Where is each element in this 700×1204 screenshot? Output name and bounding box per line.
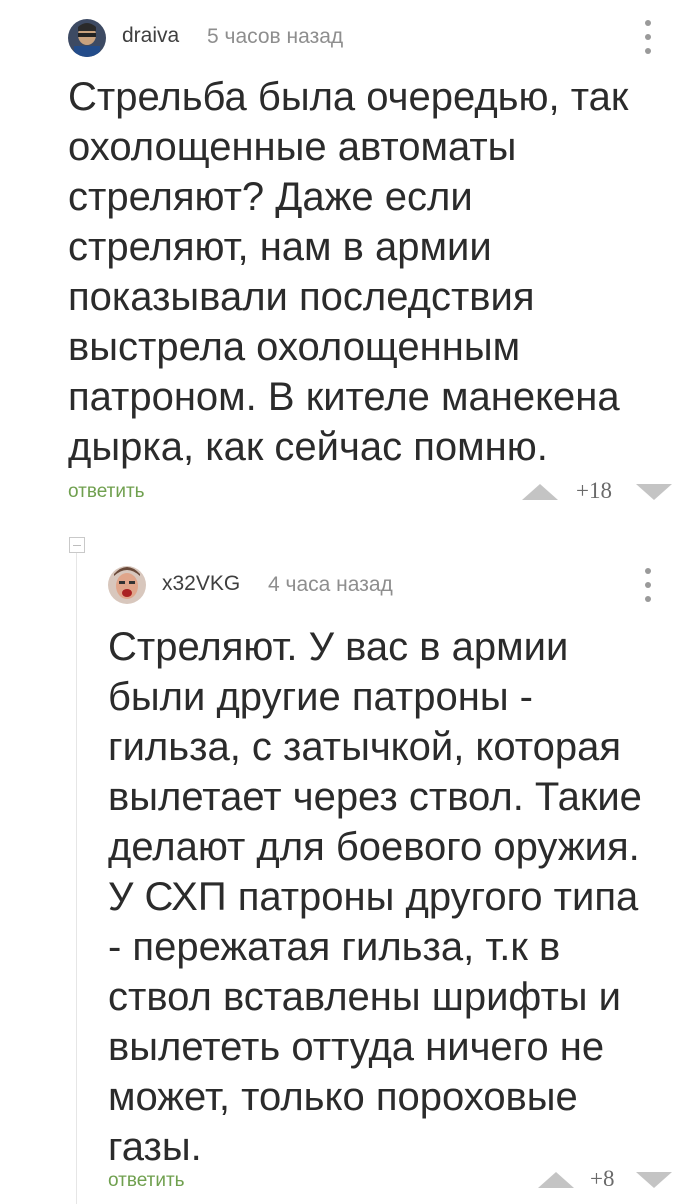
downvote-button[interactable] bbox=[634, 1170, 674, 1190]
avatar-icon bbox=[108, 566, 146, 604]
downvote-button[interactable] bbox=[634, 482, 674, 502]
username[interactable]: draiva bbox=[122, 24, 179, 48]
upvote-button[interactable] bbox=[536, 1170, 576, 1190]
comment-text: Стреляют. У вас в армии были другие патр… bbox=[108, 625, 642, 1169]
rating: +8 bbox=[590, 1166, 615, 1191]
triangle-down-icon bbox=[636, 1172, 672, 1188]
timestamp: 4 часа назад bbox=[268, 573, 393, 596]
triangle-up-icon bbox=[522, 484, 558, 500]
reply-button[interactable]: ответить bbox=[108, 1170, 185, 1192]
triangle-up-icon bbox=[538, 1172, 574, 1188]
timestamp: 5 часов назад bbox=[207, 25, 344, 48]
avatar[interactable] bbox=[68, 19, 106, 57]
triangle-down-icon bbox=[636, 484, 672, 500]
upvote-button[interactable] bbox=[520, 482, 560, 502]
avatar-icon bbox=[68, 19, 106, 57]
more-vertical-icon bbox=[645, 568, 651, 574]
rating: +18 bbox=[576, 478, 612, 503]
more-vertical-icon bbox=[645, 20, 651, 26]
more-options-button[interactable] bbox=[640, 568, 656, 602]
more-options-button[interactable] bbox=[640, 20, 656, 54]
reply-comment: x32VKG 4 часа назад Стреляют. У вас в ар… bbox=[0, 530, 700, 1204]
reply-button[interactable]: ответить bbox=[68, 481, 145, 503]
comment: draiva 5 часов назад Стрельба была очере… bbox=[0, 0, 700, 530]
username[interactable]: x32VKG bbox=[162, 572, 240, 596]
avatar[interactable] bbox=[108, 566, 146, 604]
comment-text: Стрельба была очередью, так охолощенные … bbox=[68, 75, 629, 469]
